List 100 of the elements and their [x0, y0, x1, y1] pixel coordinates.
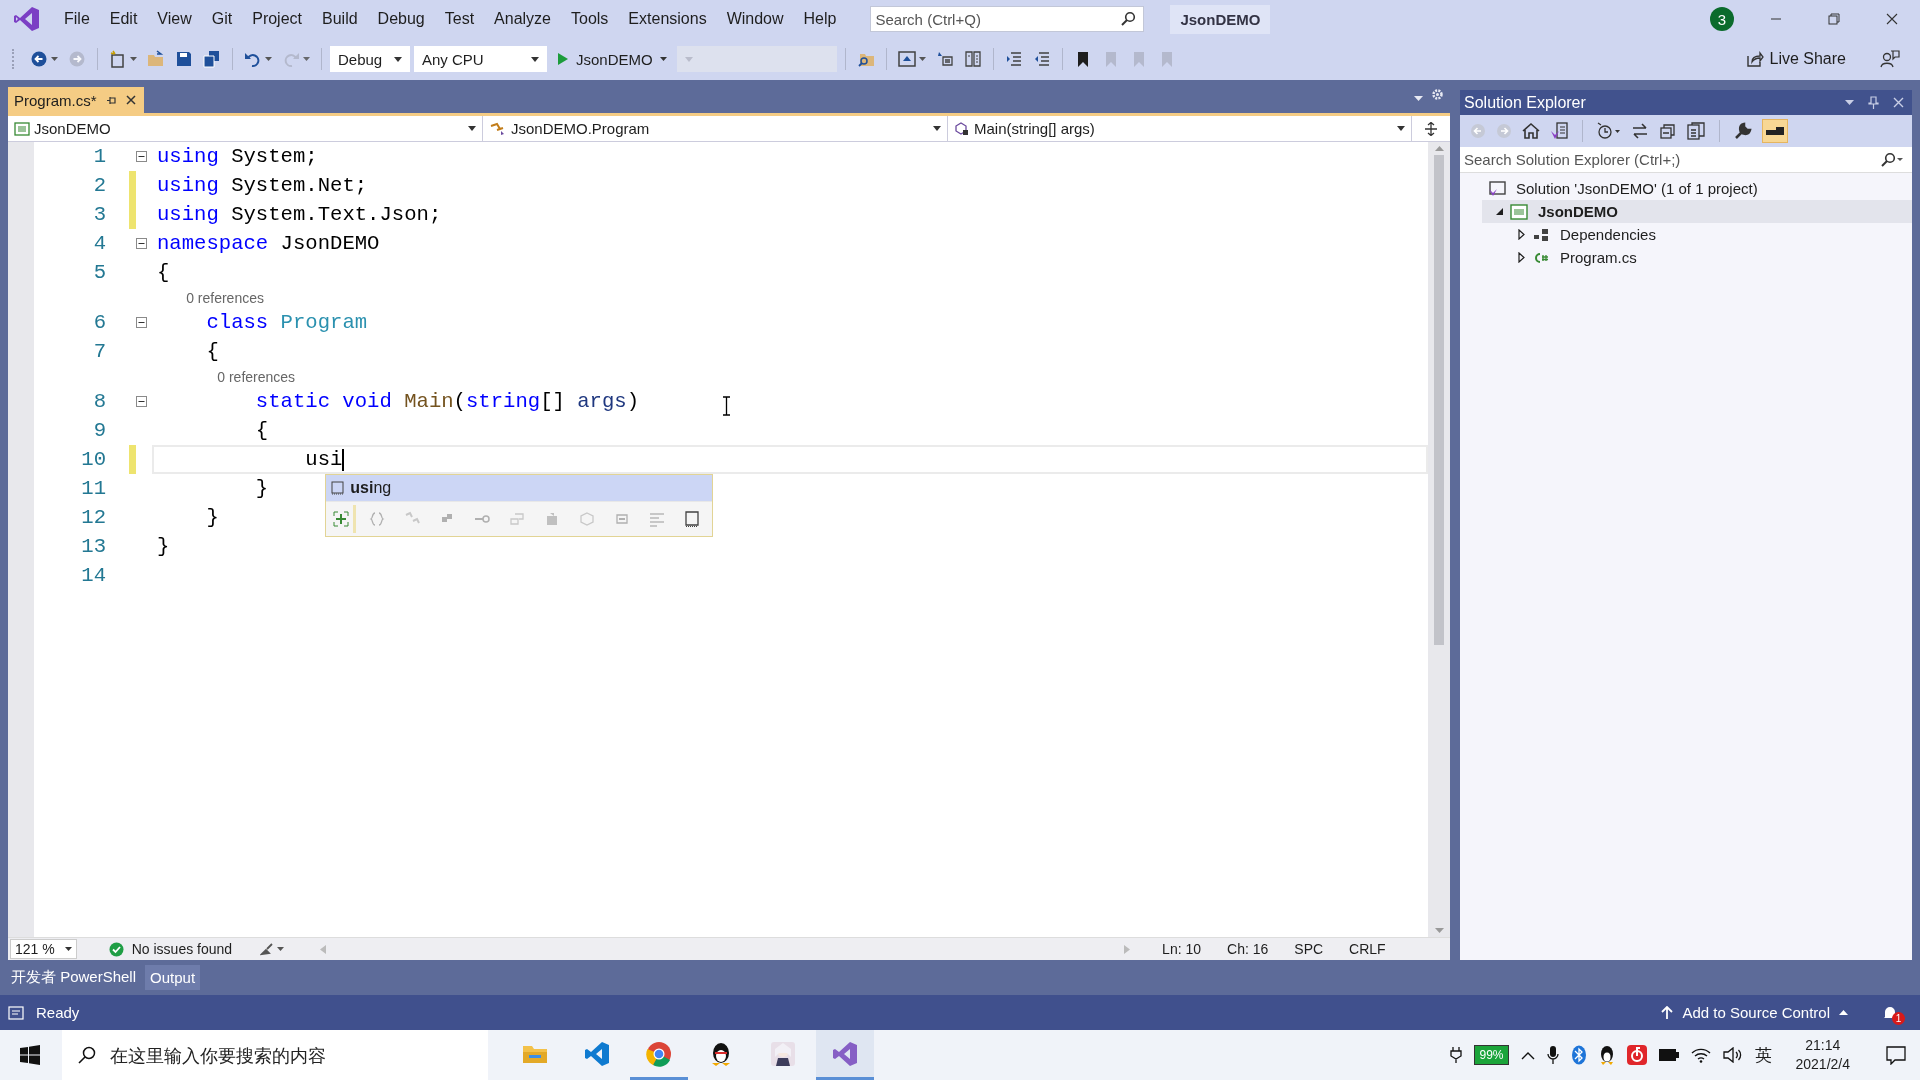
- brush-icon[interactable]: [260, 942, 287, 956]
- start-button[interactable]: JsonDEMO: [551, 50, 673, 68]
- reference-count[interactable]: 0 references: [186, 289, 264, 306]
- tree-item[interactable]: Program.cs: [1504, 246, 1912, 269]
- output-window-icon[interactable]: [8, 1005, 24, 1020]
- chevron-up-icon[interactable]: [1520, 1050, 1535, 1060]
- pin-icon[interactable]: [105, 94, 117, 106]
- bluetooth-icon[interactable]: [1570, 1045, 1587, 1065]
- bell-icon[interactable]: [1882, 1004, 1898, 1021]
- source-control-button[interactable]: Add to Source Control: [1661, 1004, 1848, 1021]
- tree-item[interactable]: Dependencies: [1504, 223, 1912, 246]
- menu-item[interactable]: Git: [201, 6, 243, 32]
- toolbar-dropdown[interactable]: Any CPU: [414, 46, 547, 72]
- project-dropdown[interactable]: JsonDEMO: [8, 116, 483, 141]
- menu-item[interactable]: File: [54, 6, 100, 32]
- issues-status[interactable]: No issues found: [131, 941, 233, 957]
- switch-views-icon[interactable]: [1550, 122, 1568, 140]
- menu-item[interactable]: Analyze: [484, 6, 561, 32]
- close-icon[interactable]: [1886, 13, 1898, 25]
- wifi-icon[interactable]: [1690, 1047, 1711, 1063]
- line-number: 8: [92, 390, 106, 413]
- dropdown-caret-icon: [1397, 126, 1405, 131]
- line-number: 11: [80, 477, 106, 500]
- search-field[interactable]: Search Solution Explorer (Ctrl+;): [1460, 147, 1912, 173]
- dropdown-caret-icon: [468, 126, 476, 131]
- whitespace-mode[interactable]: SPC: [1294, 941, 1324, 957]
- reference-count[interactable]: 0 references: [217, 368, 296, 385]
- dropdown-caret-icon: [684, 56, 693, 62]
- start-icon[interactable]: [20, 1045, 40, 1065]
- home-icon[interactable]: [1522, 122, 1540, 140]
- split-icon[interactable]: [1424, 121, 1438, 136]
- code-line: {: [205, 340, 219, 363]
- scrollbar-thumb[interactable]: [1434, 155, 1444, 645]
- menu-item[interactable]: View: [147, 6, 202, 32]
- notification-count[interactable]: 3: [1710, 7, 1734, 31]
- input-method[interactable]: 英: [1754, 1043, 1772, 1067]
- microphone-icon[interactable]: [1546, 1045, 1559, 1065]
- dropdown-caret-icon[interactable]: [1414, 96, 1423, 101]
- line-number: 5: [92, 261, 106, 284]
- line-position[interactable]: Ln: 10: [1162, 941, 1202, 957]
- menu-item[interactable]: Test: [434, 6, 485, 32]
- csharp-project-icon: [1510, 203, 1528, 220]
- power-plug-icon[interactable]: [1450, 1046, 1463, 1064]
- csharp-project-icon: [14, 121, 30, 136]
- menu-item[interactable]: Extensions: [618, 6, 717, 32]
- menu-item[interactable]: Debug: [367, 6, 435, 32]
- tree-item[interactable]: Solution 'JsonDEMO' (1 of 1 project): [1460, 177, 1912, 200]
- dropdown-caret-icon: [394, 56, 402, 62]
- dropdown-caret-icon[interactable]: [1845, 100, 1854, 105]
- type-dropdown[interactable]: JsonDEMO.Program: [483, 116, 948, 141]
- tool-window-tab[interactable]: 开发者 PowerShell: [6, 964, 142, 991]
- code-line: class Program: [205, 311, 368, 334]
- copy-pages-icon[interactable]: [1687, 122, 1705, 140]
- snippet-icon: [331, 481, 345, 495]
- penguin-icon[interactable]: [1598, 1045, 1615, 1065]
- tool-window-tab[interactable]: Output: [145, 965, 201, 990]
- menu-item[interactable]: Help: [793, 6, 847, 32]
- column-position[interactable]: Ch: 16: [1227, 941, 1269, 957]
- line-number: 10: [80, 448, 106, 471]
- dropdown-caret-icon: [64, 947, 72, 951]
- tree-item[interactable]: JsonDEMO: [1482, 200, 1912, 223]
- menu-item[interactable]: Window: [716, 6, 794, 32]
- preview-toggle[interactable]: [1762, 119, 1788, 143]
- live-share-button[interactable]: Live Share: [1745, 50, 1846, 68]
- menu-item[interactable]: Tools: [561, 6, 619, 32]
- settings-icon[interactable]: [1431, 88, 1444, 101]
- close-icon[interactable]: [125, 95, 136, 105]
- document-tab[interactable]: Program.cs*: [8, 87, 144, 113]
- collapse-all-icon[interactable]: [1659, 122, 1677, 140]
- search-field[interactable]: 在这里输入你要搜索的内容: [62, 1030, 488, 1080]
- history-icon[interactable]: [1597, 122, 1621, 140]
- code-line: using System.Net;: [157, 174, 368, 197]
- member-dropdown[interactable]: Main(string[] args): [948, 116, 1412, 141]
- ide-icon[interactable]: [816, 1030, 874, 1080]
- expanded-arrow-icon[interactable]: [1494, 207, 1504, 216]
- music-app-icon[interactable]: [1626, 1045, 1647, 1065]
- toolbar-dropdown[interactable]: Debug: [330, 46, 410, 72]
- clock[interactable]: 21:14 2021/2/4: [1795, 1036, 1850, 1074]
- feedback-icon[interactable]: [1880, 49, 1900, 69]
- search-field[interactable]: Search (Ctrl+Q): [870, 6, 1145, 32]
- collapsed-arrow-icon[interactable]: [1517, 252, 1525, 263]
- collapse-icon[interactable]: [136, 238, 147, 249]
- restore-icon[interactable]: [1828, 13, 1840, 25]
- line-endings[interactable]: CRLF: [1349, 941, 1386, 957]
- wrench-icon[interactable]: [1734, 122, 1752, 140]
- menu-item[interactable]: Build: [312, 6, 368, 32]
- battery-icon[interactable]: [1658, 1049, 1679, 1061]
- collapse-icon[interactable]: [136, 396, 147, 407]
- collapsed-arrow-icon[interactable]: [1517, 229, 1525, 240]
- app-logo-icon[interactable]: [14, 6, 40, 32]
- zoom-dropdown[interactable]: 121 %: [10, 939, 77, 959]
- menu-item[interactable]: Project: [242, 6, 312, 32]
- menu-item[interactable]: Edit: [99, 6, 148, 32]
- collapse-icon[interactable]: [136, 151, 147, 162]
- sync-icon[interactable]: [1631, 122, 1649, 140]
- notification-center-icon[interactable]: [1886, 1045, 1906, 1065]
- completion-item[interactable]: using: [326, 475, 713, 501]
- line-number: 13: [80, 535, 106, 558]
- volume-icon[interactable]: [1722, 1047, 1743, 1063]
- collapse-icon[interactable]: [136, 317, 147, 328]
